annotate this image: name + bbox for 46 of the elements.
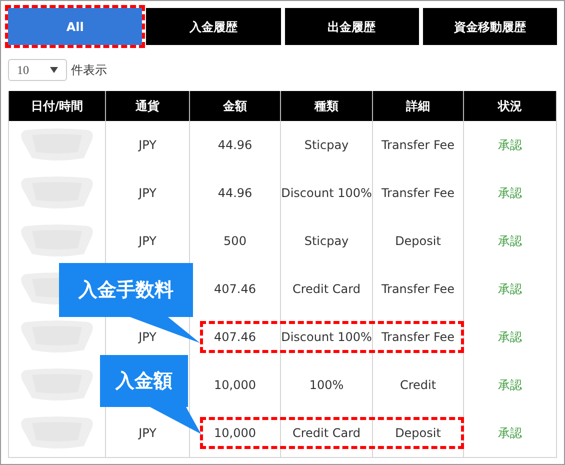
- table-cell: Discount 100%: [281, 186, 372, 200]
- table-cell: Transfer Fee: [381, 186, 455, 200]
- dropdown-icon: [50, 67, 58, 73]
- tab[interactable]: 入金履歴: [146, 8, 280, 45]
- page-size-select[interactable]: 10: [8, 59, 67, 81]
- column-header: 金額: [190, 91, 280, 121]
- table-cell: Sticpay: [304, 234, 349, 248]
- table-cell: JPY: [138, 234, 156, 248]
- table-cell: Credit: [400, 378, 436, 392]
- table-cell: 100%: [309, 378, 344, 392]
- status-text: 承認: [498, 426, 522, 440]
- column-header: 状況: [464, 91, 556, 121]
- table-cell: Transfer Fee: [381, 330, 455, 344]
- status-text: 承認: [498, 282, 522, 296]
- column-header: 種類: [280, 91, 372, 121]
- table-cell: 44.96: [218, 186, 252, 200]
- status-text: 承認: [498, 138, 522, 152]
- table-cell: Credit Card: [292, 426, 360, 440]
- table-cell: JPY: [138, 426, 156, 440]
- table-cell: 10,000: [214, 426, 256, 440]
- table-cell: Transfer Fee: [381, 138, 455, 152]
- status-text: 承認: [498, 378, 522, 392]
- table-cell: JPY: [138, 330, 156, 344]
- table-cell: Discount 100%: [281, 330, 372, 344]
- status-text: 承認: [498, 186, 522, 200]
- table-cell: 407.46: [214, 330, 256, 344]
- status-text: 承認: [498, 330, 522, 344]
- tab[interactable]: 資金移動履歴: [422, 8, 557, 45]
- table-cell: 500: [224, 234, 246, 248]
- table-cell: Credit Card: [292, 282, 360, 296]
- table-cell: Transfer Fee: [381, 282, 455, 296]
- tab[interactable]: All: [8, 8, 142, 45]
- column-header: 日付/時間: [8, 91, 106, 121]
- tab[interactable]: 出金履歴: [284, 8, 419, 45]
- table-cell: Sticpay: [304, 138, 349, 152]
- table-cell: 44.96: [218, 138, 252, 152]
- column-header: 通貨: [106, 91, 190, 121]
- page-size-label: 件表示: [71, 62, 107, 79]
- table-cell: 10,000: [214, 378, 256, 392]
- table-cell: JPY: [138, 138, 156, 152]
- table-cell: Deposit: [395, 234, 441, 248]
- status-text: 承認: [498, 234, 522, 248]
- table-cell: 407.46: [214, 282, 256, 296]
- column-header: 詳細: [372, 91, 464, 121]
- table-cell: JPY: [138, 186, 156, 200]
- table-cell: Deposit: [395, 426, 441, 440]
